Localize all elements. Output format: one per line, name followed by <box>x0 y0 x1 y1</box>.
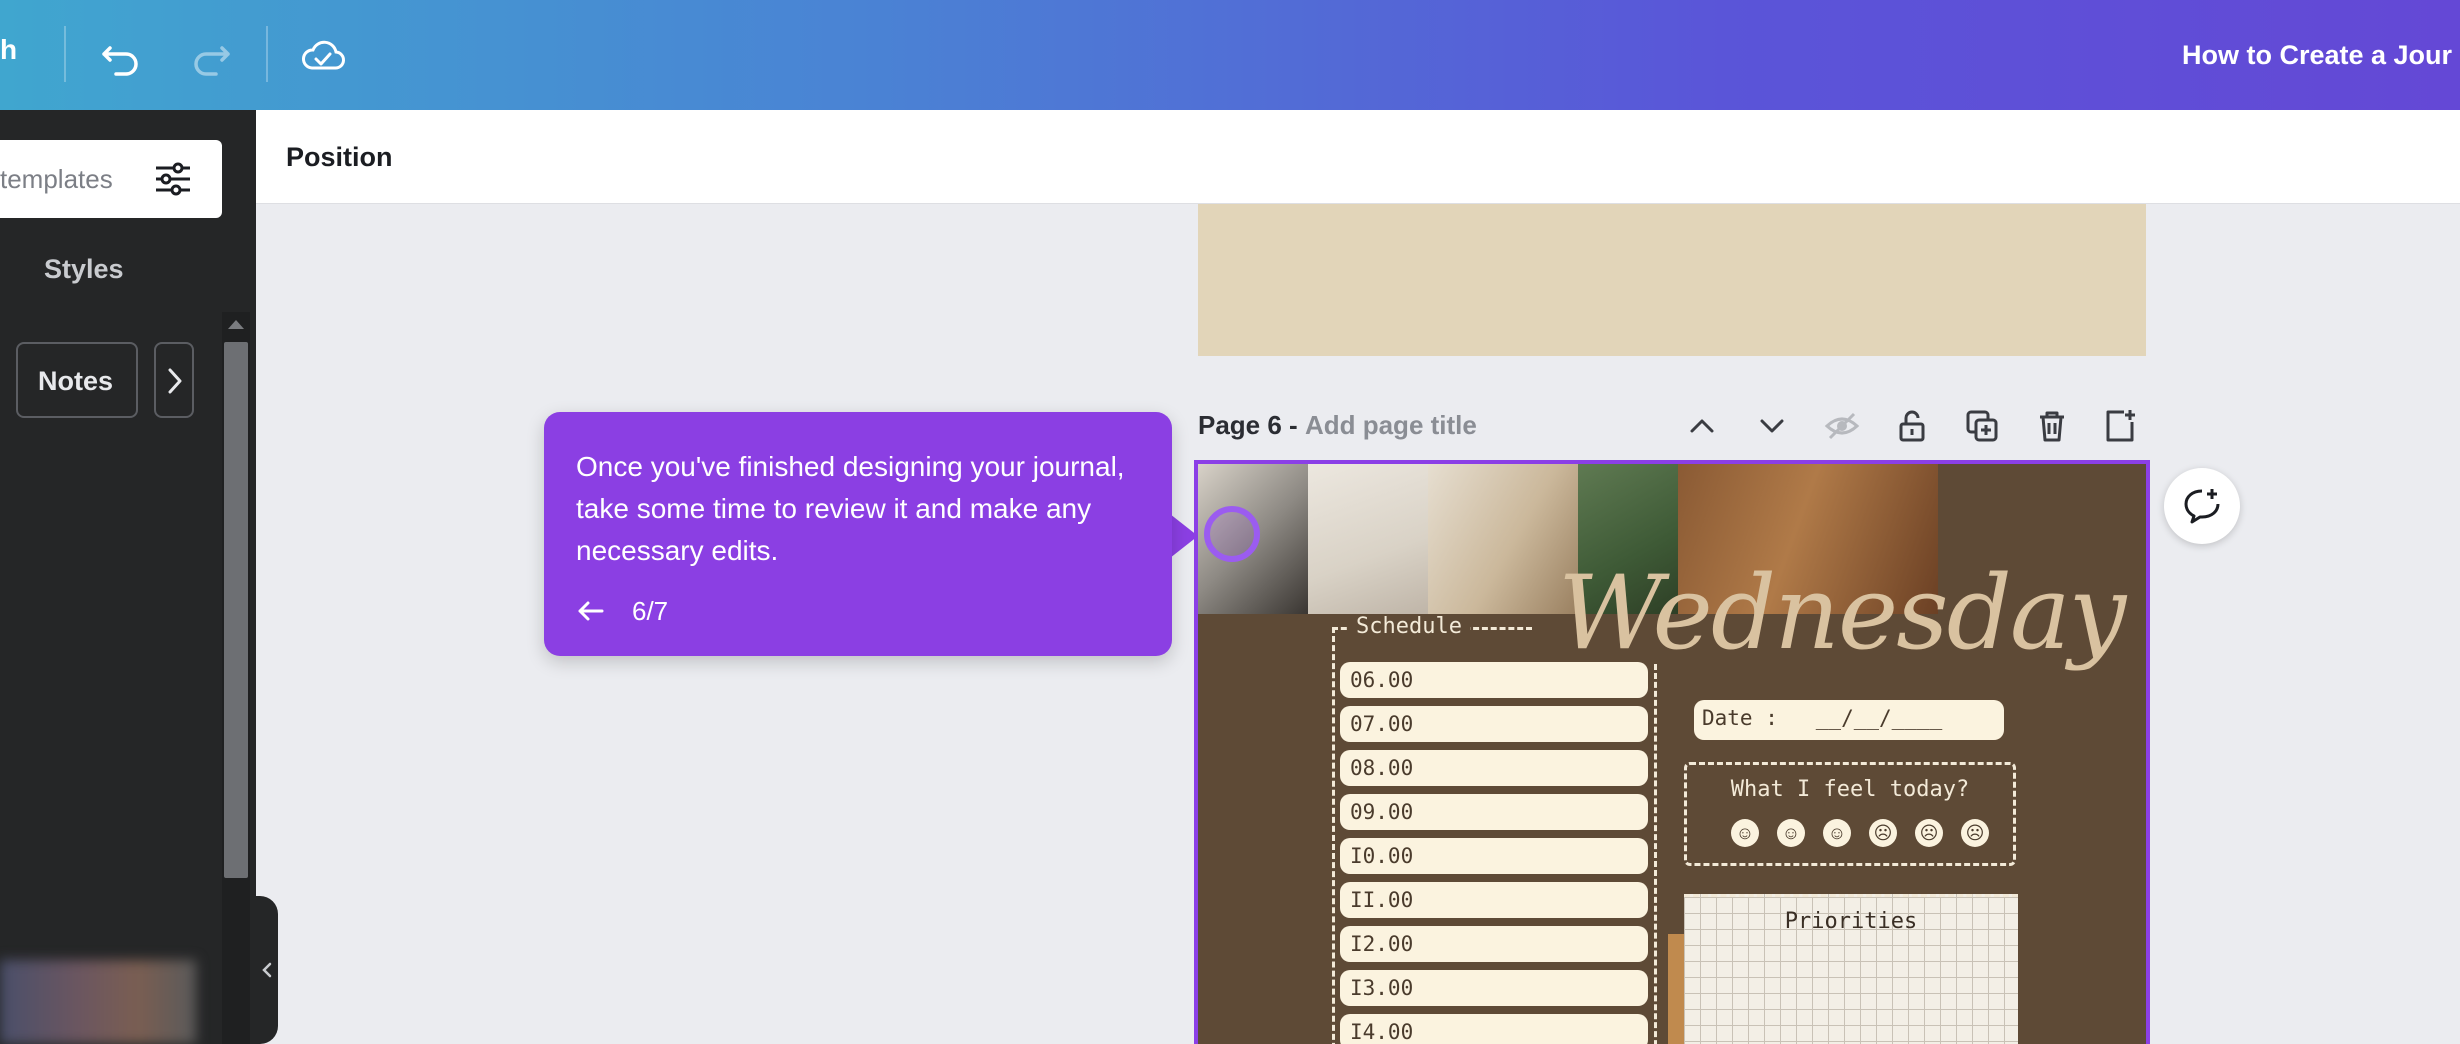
schedule-row[interactable]: 08.00 <box>1340 750 1648 786</box>
scroll-up-icon[interactable] <box>228 320 244 329</box>
styles-tab[interactable]: Styles <box>44 254 124 285</box>
add-comment-button[interactable] <box>2164 468 2240 544</box>
tooltip-arrow <box>1170 514 1198 558</box>
top-bar: h How to Create a Jour <box>0 0 2460 110</box>
happy-face-icon: ☺ <box>1823 819 1851 847</box>
page-title-input[interactable]: Add page title <box>1305 410 1477 440</box>
page-header: Page 6 - Add page title <box>1198 410 1477 441</box>
priorities-title: Priorities <box>1684 909 2018 934</box>
sad-face-icon: ☹ <box>1869 819 1897 847</box>
hide-page-icon[interactable] <box>1822 406 1862 446</box>
schedule-row[interactable]: II.00 <box>1340 882 1648 918</box>
mood-title: What I feel today? <box>1687 777 2013 802</box>
move-page-down-icon[interactable] <box>1752 406 1792 446</box>
schedule-row[interactable]: 06.00 <box>1340 662 1648 698</box>
previous-page[interactable] <box>1198 204 2146 356</box>
context-toolbar: Position <box>256 110 2460 204</box>
chip-label: Notes <box>38 366 113 397</box>
day-heading[interactable]: Wednesday <box>1558 554 2124 673</box>
filter-sliders-icon[interactable] <box>152 158 194 200</box>
angry-face-icon: ☹ <box>1961 819 1989 847</box>
mood-box[interactable]: What I feel today? ☺ ☺ ☺ ☹ ☹ ☹ <box>1684 762 2016 866</box>
position-button[interactable]: Position <box>286 142 393 173</box>
neutral-face-icon: ☺ <box>1731 819 1759 847</box>
divider <box>1332 627 1335 1044</box>
schedule-row[interactable]: I0.00 <box>1340 838 1648 874</box>
tooltip-text: Once you've finished designing your jour… <box>576 446 1156 572</box>
photo-tile <box>1308 464 1428 614</box>
hotspot-marker[interactable] <box>1204 506 1260 562</box>
guide-tooltip: Once you've finished designing your jour… <box>544 412 1172 656</box>
schedule-row[interactable]: I3.00 <box>1340 970 1648 1006</box>
schedule-title[interactable]: Schedule <box>1348 614 1470 639</box>
page-number: Page 6 - <box>1198 410 1298 440</box>
smile-face-icon: ☺ <box>1777 819 1805 847</box>
schedule-row[interactable]: I2.00 <box>1340 926 1648 962</box>
undo-icon[interactable] <box>96 30 146 80</box>
back-arrow-icon[interactable] <box>574 594 608 628</box>
schedule-list: 06.00 07.00 08.00 09.00 I0.00 II.00 I2.0… <box>1340 662 1648 1044</box>
topbar-partial-label[interactable]: h <box>0 34 17 66</box>
divider <box>266 26 268 82</box>
divider <box>64 26 66 82</box>
schedule-row[interactable]: 07.00 <box>1340 706 1648 742</box>
add-page-icon[interactable] <box>2100 406 2140 446</box>
schedule-row[interactable]: I4.00 <box>1340 1014 1648 1044</box>
left-sidebar: templates Styles Notes <box>0 110 256 1044</box>
search-placeholder: templates <box>0 164 113 195</box>
duplicate-page-icon[interactable] <box>1962 406 2002 446</box>
lock-page-icon[interactable] <box>1892 406 1932 446</box>
cloud-saved-icon[interactable] <box>298 30 348 80</box>
redo-icon[interactable] <box>186 30 236 80</box>
photo-tile <box>1428 464 1578 614</box>
tired-face-icon: ☹ <box>1915 819 1943 847</box>
document-title[interactable]: How to Create a Jour <box>2182 40 2452 71</box>
move-page-up-icon[interactable] <box>1682 406 1722 446</box>
priorities-box[interactable]: Priorities <box>1684 894 2018 1044</box>
template-thumbnail[interactable] <box>0 960 196 1044</box>
divider <box>1654 664 1657 1044</box>
journal-page[interactable]: Wednesday Schedule 06.00 07.00 08.00 09.… <box>1194 460 2150 1044</box>
scrollbar-thumb[interactable] <box>224 342 248 878</box>
schedule-row[interactable]: 09.00 <box>1340 794 1648 830</box>
collapse-panel-button[interactable] <box>256 896 278 1044</box>
chips-next-button[interactable] <box>154 342 194 418</box>
step-counter: 6/7 <box>632 596 668 627</box>
date-field[interactable]: Date : __/__/____ <box>1694 700 2004 740</box>
delete-page-icon[interactable] <box>2032 406 2072 446</box>
search-input[interactable]: templates <box>0 140 222 218</box>
mood-emoji-row: ☺ ☺ ☺ ☹ ☹ ☹ <box>1731 819 2007 847</box>
chip-notes[interactable]: Notes <box>16 342 138 418</box>
